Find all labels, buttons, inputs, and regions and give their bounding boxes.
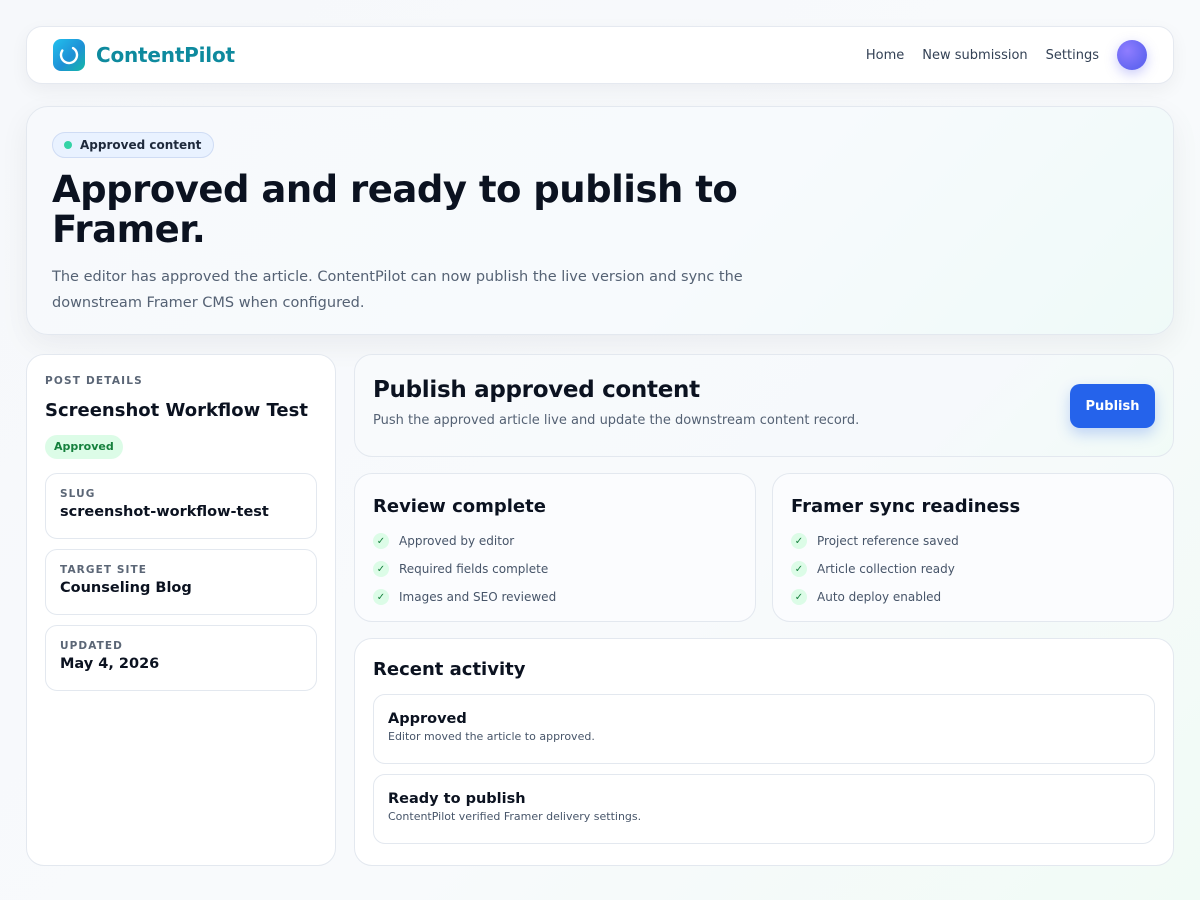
list-item: ✓ Article collection ready	[791, 555, 1155, 583]
review-title: Review complete	[373, 496, 546, 517]
meta-value: May 4, 2026	[60, 656, 160, 672]
hero-banner: Approved content Approved and ready to p…	[26, 106, 1174, 335]
badge-label: Approved content	[80, 138, 202, 152]
check-label: Approved by editor	[399, 534, 515, 548]
activity-title: Recent activity	[373, 659, 526, 680]
meta-label: SLUG	[60, 488, 96, 500]
framer-sync-card: Framer sync readiness ✓ Project referenc…	[772, 473, 1174, 622]
nav-home[interactable]: Home	[866, 48, 904, 63]
meta-slug: SLUG screenshot-workflow-test	[45, 473, 317, 539]
meta-updated: UPDATED May 4, 2026	[45, 625, 317, 691]
check-label: Auto deploy enabled	[817, 590, 942, 604]
publish-description: Push the approved article live and updat…	[373, 413, 860, 428]
checkmark-icon: ✓	[373, 561, 389, 577]
framer-sync-title: Framer sync readiness	[791, 496, 1021, 517]
top-nav-bar: ContentPilot Home New submission Setting…	[26, 26, 1174, 84]
meta-label: UPDATED	[60, 640, 123, 652]
nav-new-submission[interactable]: New submission	[922, 48, 1027, 63]
list-item: ✓ Required fields complete	[373, 555, 737, 583]
list-item: ✓ Approved by editor	[373, 527, 737, 555]
post-title: Screenshot Workflow Test	[45, 400, 308, 421]
list-item: ✓ Auto deploy enabled	[791, 583, 1155, 611]
avatar[interactable]	[1117, 40, 1147, 70]
publish-title: Publish approved content	[373, 377, 700, 403]
meta-value: screenshot-workflow-test	[60, 504, 269, 520]
activity-item: Approved Editor moved the article to app…	[373, 694, 1155, 764]
framer-sync-checklist: ✓ Project reference saved ✓ Article coll…	[791, 527, 1155, 611]
main-nav: Home New submission Settings	[866, 40, 1147, 70]
activity-item-description: ContentPilot verified Framer delivery se…	[388, 810, 642, 823]
check-label: Images and SEO reviewed	[399, 590, 557, 604]
recent-activity-card: Recent activity Approved Editor moved th…	[354, 638, 1174, 866]
meta-label: TARGET SITE	[60, 564, 148, 576]
spinner-ring-icon	[53, 39, 85, 71]
activity-item: Ready to publish ContentPilot verified F…	[373, 774, 1155, 844]
page-description: The editor has approved the article. Con…	[52, 269, 743, 311]
review-complete-card: Review complete ✓ Approved by editor ✓ R…	[354, 473, 756, 622]
nav-settings[interactable]: Settings	[1046, 48, 1099, 63]
publish-card: Publish approved content Push the approv…	[354, 354, 1174, 457]
activity-item-title: Ready to publish	[388, 791, 526, 807]
checkmark-icon: ✓	[373, 533, 389, 549]
publish-button[interactable]: Publish	[1070, 384, 1155, 428]
checkmark-icon: ✓	[791, 533, 807, 549]
check-label: Article collection ready	[817, 562, 955, 576]
checkmark-icon: ✓	[373, 589, 389, 605]
page-title: Approved and ready to publish to Framer.	[52, 168, 738, 251]
check-label: Required fields complete	[399, 562, 549, 576]
activity-item-title: Approved	[388, 711, 467, 727]
checkmark-icon: ✓	[791, 561, 807, 577]
check-label: Project reference saved	[817, 534, 959, 548]
post-details-panel: POST DETAILS Screenshot Workflow Test Ap…	[26, 354, 336, 866]
post-details-heading: POST DETAILS	[45, 375, 143, 387]
activity-item-description: Editor moved the article to approved.	[388, 730, 595, 743]
meta-target-site: TARGET SITE Counseling Blog	[45, 549, 317, 615]
approved-content-badge: Approved content	[52, 132, 215, 158]
status-dot-icon	[64, 141, 72, 149]
status-badge: Approved	[45, 435, 123, 459]
brand[interactable]: ContentPilot	[53, 39, 235, 71]
checkmark-icon: ✓	[791, 589, 807, 605]
brand-name: ContentPilot	[96, 43, 235, 67]
review-checklist: ✓ Approved by editor ✓ Required fields c…	[373, 527, 737, 611]
list-item: ✓ Images and SEO reviewed	[373, 583, 737, 611]
meta-value: Counseling Blog	[60, 580, 192, 596]
list-item: ✓ Project reference saved	[791, 527, 1155, 555]
